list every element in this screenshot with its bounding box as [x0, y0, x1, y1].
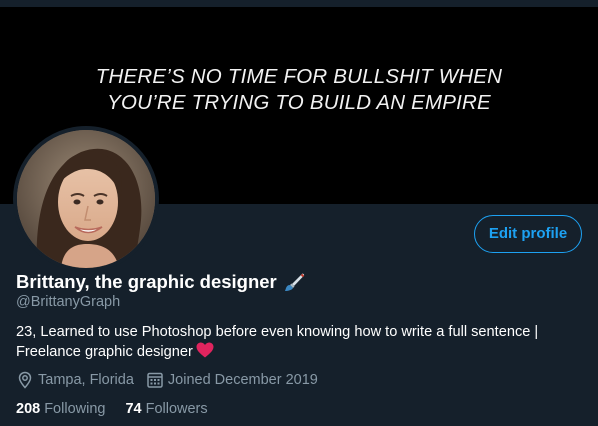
join-date-text: Joined December 2019 [167, 372, 318, 388]
following-link[interactable]: 208 Following [16, 401, 105, 417]
followers-link[interactable]: 74 Followers [125, 401, 207, 417]
followers-label: Followers [145, 401, 208, 417]
following-label: Following [44, 401, 106, 417]
following-count: 208 [16, 401, 41, 417]
location: Tampa, Florida [16, 371, 134, 389]
user-handle: @BrittanyGraph [16, 294, 121, 310]
banner-top-edge [0, 0, 598, 7]
red-heart-icon [196, 342, 214, 358]
followers-count: 74 [125, 401, 142, 417]
bio-line-2-text: Freelance graphic designer [16, 344, 193, 360]
profile-meta: Tampa, Florida Joined December 2019 [16, 370, 330, 390]
banner-quote: THERE’S NO TIME FOR BULLSHIT WHEN YOU’RE… [0, 64, 598, 116]
join-date: Joined December 2019 [146, 371, 318, 389]
bio-line-2: Freelance graphic designer [16, 342, 586, 362]
banner-quote-line-1: THERE’S NO TIME FOR BULLSHIT WHEN [95, 65, 503, 88]
avatar[interactable] [13, 126, 159, 272]
banner-quote-line-2: YOU’RE TRYING TO BUILD AN EMPIRE [107, 91, 491, 114]
location-text: Tampa, Florida [38, 372, 134, 388]
follow-stats: 208 Following 74 Followers [16, 399, 228, 419]
paintbrush-icon [283, 271, 305, 293]
bio-line-1: 23, Learned to use Photoshop before even… [16, 324, 539, 340]
location-pin-icon [16, 371, 34, 389]
display-name-row: Brittany, the graphic designer [16, 270, 305, 294]
bio: 23, Learned to use Photoshop before even… [16, 322, 586, 362]
edit-profile-button[interactable]: Edit profile [474, 215, 582, 253]
avatar-photo [17, 130, 155, 268]
calendar-icon [146, 371, 164, 389]
display-name: Brittany, the graphic designer [16, 271, 277, 292]
